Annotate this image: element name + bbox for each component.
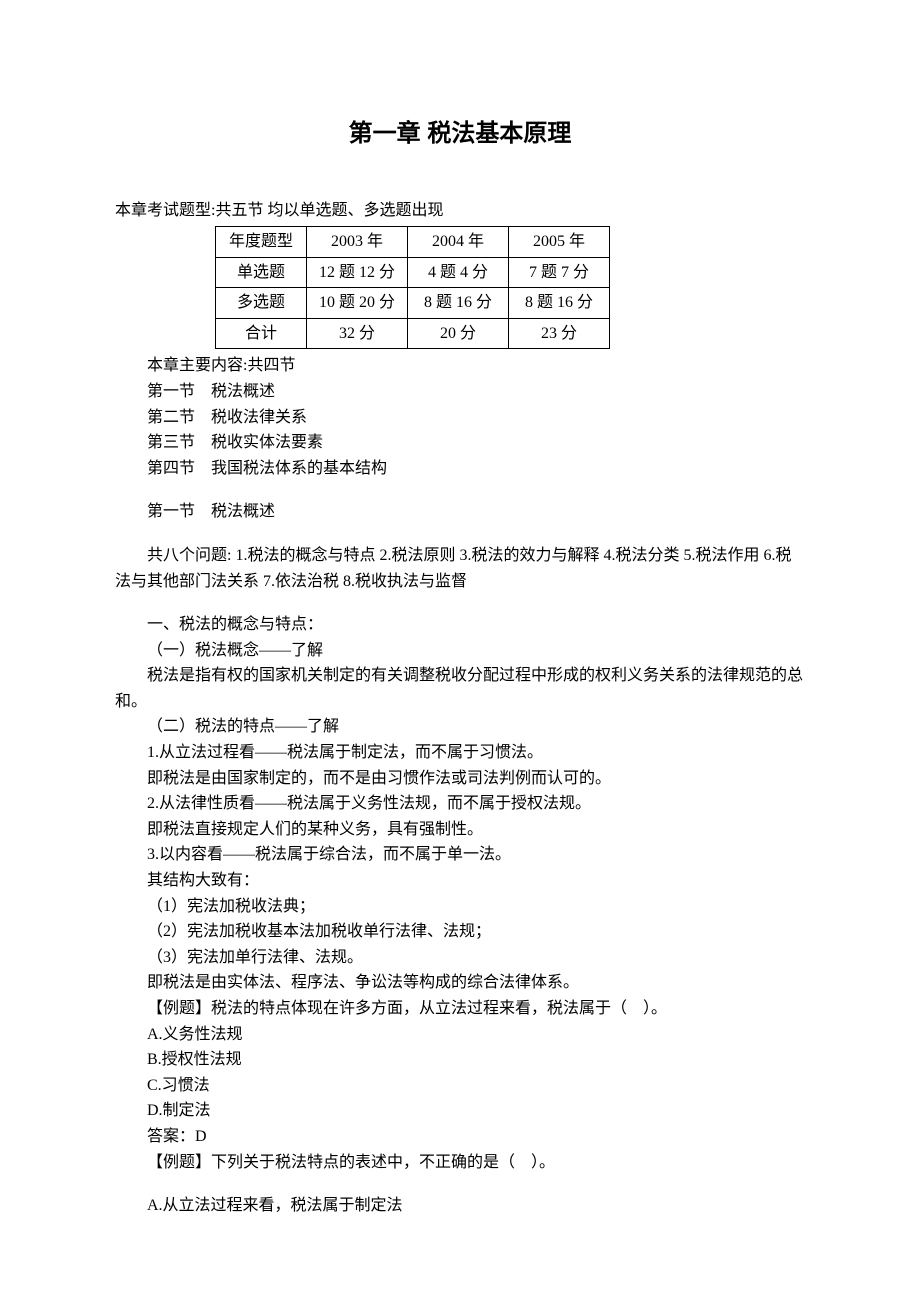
paragraph: 即税法是由实体法、程序法、争讼法等构成的综合法律体系。: [115, 970, 805, 996]
spacer: [115, 1175, 805, 1193]
score-table: 年度题型 2003 年 2004 年 2005 年 单选题 12 题 12 分 …: [215, 226, 610, 349]
question-option-a: A.从立法过程来看，税法属于制定法: [115, 1193, 805, 1219]
question-option-b: B.授权性法规: [115, 1047, 805, 1073]
cell: 23 分: [509, 318, 610, 349]
table-row: 合计 32 分 20 分 23 分: [216, 318, 610, 349]
cell: 8 题 16 分: [509, 288, 610, 319]
table-row: 多选题 10 题 20 分 8 题 16 分 8 题 16 分: [216, 288, 610, 319]
cell: 4 题 4 分: [408, 257, 509, 288]
paragraph: 3.以内容看——税法属于综合法，而不属于单一法。: [115, 842, 805, 868]
paragraph: 其结构大致有：: [115, 868, 805, 894]
row-single-label: 单选题: [216, 257, 307, 288]
paragraph: 1.从立法过程看——税法属于制定法，而不属于习惯法。: [115, 740, 805, 766]
spacer: [115, 481, 805, 499]
question-option-a: A.义务性法规: [115, 1022, 805, 1048]
question-option-c: C.习惯法: [115, 1073, 805, 1099]
paragraph: 即税法是由国家制定的，而不是由习惯作法或司法判例而认可的。: [115, 766, 805, 792]
outline-item: 第二节 税收法律关系: [115, 405, 805, 431]
exam-type-intro: 本章考试题型:共五节 均以单选题、多选题出现: [115, 198, 805, 224]
page-title: 第一章 税法基本原理: [115, 115, 805, 153]
row-total-label: 合计: [216, 318, 307, 349]
cell: 12 题 12 分: [307, 257, 408, 288]
outline-item: 第四节 我国税法体系的基本结构: [115, 456, 805, 482]
cell: 7 题 7 分: [509, 257, 610, 288]
spacer: [115, 594, 805, 612]
cell: 8 题 16 分: [408, 288, 509, 319]
th-2003: 2003 年: [307, 226, 408, 257]
paragraph: （2）宪法加税收基本法加税收单行法律、法规；: [115, 919, 805, 945]
question-stem: 【例题】税法的特点体现在许多方面，从立法过程来看，税法属于（ ）。: [115, 996, 805, 1022]
cell: 10 题 20 分: [307, 288, 408, 319]
paragraph: （二）税法的特点——了解: [115, 714, 805, 740]
paragraph: （1）宪法加税收法典；: [115, 894, 805, 920]
paragraph: 一、税法的概念与特点：: [115, 612, 805, 638]
paragraph: （一）税法概念——了解: [115, 638, 805, 664]
question-answer: 答案：D: [115, 1124, 805, 1150]
th-2004: 2004 年: [408, 226, 509, 257]
table-header-row: 年度题型 2003 年 2004 年 2005 年: [216, 226, 610, 257]
th-2005: 2005 年: [509, 226, 610, 257]
cell: 20 分: [408, 318, 509, 349]
section-topics: 共八个问题: 1.税法的概念与特点 2.税法原则 3.税法的效力与解释 4.税法…: [115, 543, 805, 594]
question-stem: 【例题】下列关于税法特点的表述中，不正确的是（ ）。: [115, 1150, 805, 1176]
outline-item: 第一节 税法概述: [115, 379, 805, 405]
row-multi-label: 多选题: [216, 288, 307, 319]
body-content: 本章考试题型:共五节 均以单选题、多选题出现 年度题型 2003 年 2004 …: [115, 198, 805, 1218]
paragraph: （3）宪法加单行法律、法规。: [115, 945, 805, 971]
spacer: [115, 525, 805, 543]
outline-lead: 本章主要内容:共四节: [115, 353, 805, 379]
outline-item: 第三节 税收实体法要素: [115, 430, 805, 456]
question-option-d: D.制定法: [115, 1098, 805, 1124]
paragraph: 税法是指有权的国家机关制定的有关调整税收分配过程中形成的权利义务关系的法律规范的…: [115, 663, 805, 714]
table-row: 单选题 12 题 12 分 4 题 4 分 7 题 7 分: [216, 257, 610, 288]
cell: 32 分: [307, 318, 408, 349]
section-heading: 第一节 税法概述: [115, 499, 805, 525]
paragraph: 2.从法律性质看——税法属于义务性法规，而不属于授权法规。: [115, 791, 805, 817]
th-year-type: 年度题型: [216, 226, 307, 257]
paragraph: 即税法直接规定人们的某种义务，具有强制性。: [115, 817, 805, 843]
document-page: 第一章 税法基本原理 本章考试题型:共五节 均以单选题、多选题出现 年度题型 2…: [0, 0, 920, 1302]
